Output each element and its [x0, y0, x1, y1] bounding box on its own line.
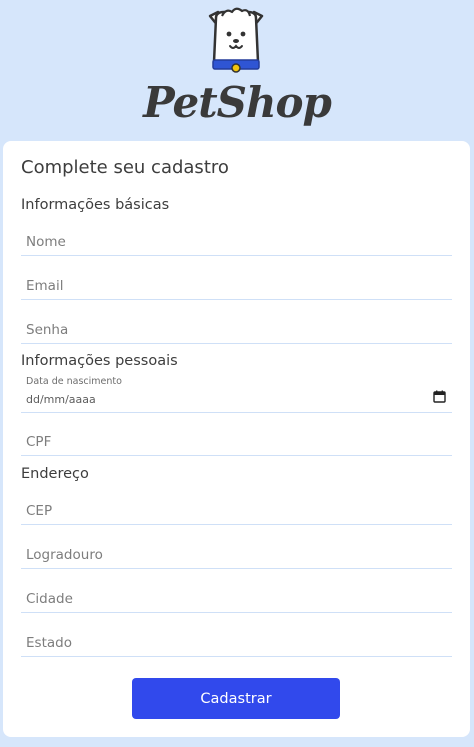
nome-placeholder: Nome	[26, 234, 66, 250]
cep-field[interactable]: CEP	[21, 483, 452, 525]
section-address-heading: Endereço	[21, 466, 89, 482]
estado-placeholder: Estado	[26, 635, 72, 651]
logradouro-placeholder: Logradouro	[26, 547, 103, 563]
cidade-field[interactable]: Cidade	[21, 571, 452, 613]
cidade-placeholder: Cidade	[26, 591, 73, 607]
logradouro-field[interactable]: Logradouro	[21, 527, 452, 569]
senha-placeholder: Senha	[26, 322, 69, 338]
email-placeholder: Email	[26, 278, 64, 294]
cadastrar-button[interactable]: Cadastrar	[132, 678, 340, 719]
nome-field[interactable]: Nome	[21, 214, 452, 256]
data-nascimento-value: dd/mm/aaaa	[26, 393, 96, 406]
header: PetShop	[0, 0, 474, 140]
data-nascimento-field[interactable]: Data de nascimento dd/mm/aaaa	[21, 371, 452, 413]
section-basic-heading: Informações básicas	[21, 197, 170, 213]
email-field[interactable]: Email	[21, 258, 452, 300]
page-title: Complete seu cadastro	[21, 157, 229, 178]
section-personal-heading: Informações pessoais	[21, 353, 178, 369]
estado-field[interactable]: Estado	[21, 615, 452, 657]
data-nascimento-label: Data de nascimento	[26, 376, 122, 387]
brand-logo-text: PetShop	[143, 78, 332, 127]
calendar-icon[interactable]	[433, 390, 446, 403]
signup-card: Complete seu cadastro Informações básica…	[3, 141, 470, 737]
cpf-placeholder: CPF	[26, 434, 52, 450]
cpf-field[interactable]: CPF	[21, 414, 452, 456]
dog-logo-icon	[208, 7, 264, 73]
cep-placeholder: CEP	[26, 503, 53, 519]
senha-field[interactable]: Senha	[21, 302, 452, 344]
